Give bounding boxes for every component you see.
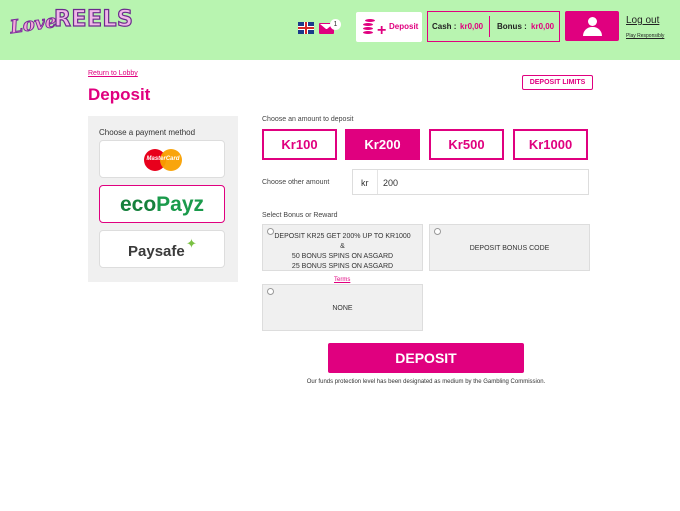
page-title: Deposit (88, 85, 151, 104)
logo-love-text: Love (8, 10, 58, 39)
bonus-option-deposit-code[interactable]: DEPOSIT BONUS CODE (429, 224, 590, 271)
other-amount-label: Choose other amount (262, 179, 330, 186)
return-to-lobby-link[interactable]: Return to Lobby (88, 70, 138, 77)
bonus-value: kr0,00 (531, 22, 555, 31)
user-icon (588, 17, 597, 26)
header-deposit-button[interactable]: + Deposit (356, 12, 422, 42)
header-deposit-label: Deposit (389, 22, 419, 31)
cash-value: kr0,00 (460, 22, 484, 31)
message-count-badge: 1 (330, 19, 341, 30)
bonus-option-text: NONE (332, 305, 353, 312)
balance-divider (489, 16, 490, 37)
uk-flag-icon[interactable] (298, 22, 314, 34)
amount-section-label: Choose an amount to deposit (262, 116, 354, 123)
bonus-radio[interactable] (267, 288, 274, 295)
bonus-option-text: DEPOSIT BONUS CODE (469, 245, 550, 252)
ecopayz-logo: ecoPayz (119, 193, 205, 216)
payment-method-title: Choose a payment method (99, 128, 196, 137)
balance-box: Cash : kr0,00 Bonus : kr0,00 (427, 11, 560, 42)
bonus-option-text: DEPOSIT KR25 GET 200% UP TO KR1000 & 50 … (274, 233, 411, 270)
currency-prefix: kr (361, 178, 369, 188)
paysafe-star-icon: ✦ (186, 236, 197, 251)
play-responsibly-link[interactable]: Play Responsibly (626, 33, 664, 39)
deposit-limits-button[interactable]: DEPOSIT LIMITS (522, 75, 593, 90)
bonus-label: Bonus : (497, 22, 527, 31)
amount-button-500[interactable]: Kr500 (429, 129, 504, 160)
amount-button-200[interactable]: Kr200 (345, 129, 420, 160)
payment-option-paysafe[interactable]: Paysafe ✦ (99, 230, 225, 268)
bonus-radio[interactable] (434, 228, 441, 235)
mastercard-logo: MasterCard (144, 149, 182, 171)
amount-button-1000[interactable]: Kr1000 (513, 129, 588, 160)
logo-reels-text: REELS (53, 6, 134, 32)
bonus-option-none[interactable]: NONE (262, 284, 423, 331)
logout-link[interactable]: Log out (626, 15, 659, 26)
payment-option-mastercard[interactable]: MasterCard (99, 140, 225, 178)
amount-button-100[interactable]: Kr100 (262, 129, 337, 160)
payment-method-panel: Choose a payment method MasterCard ecoPa… (88, 116, 238, 282)
bonus-option-deposit-offer[interactable]: DEPOSIT KR25 GET 200% UP TO KR1000 & 50 … (262, 224, 423, 271)
account-button[interactable] (565, 11, 619, 41)
coins-plus-icon: + (361, 16, 386, 39)
paysafe-logo: Paysafe (128, 243, 185, 260)
deposit-submit-button[interactable]: DEPOSIT (328, 343, 524, 373)
love-reels-logo[interactable]: Love REELS (8, 6, 134, 40)
payment-option-ecopayz[interactable]: ecoPayz (99, 185, 225, 223)
cash-label: Cash : (432, 22, 457, 31)
terms-link[interactable]: Terms (334, 277, 350, 283)
other-amount-value[interactable]: 200 (383, 178, 398, 188)
bonus-section-label: Select Bonus or Reward (262, 212, 338, 219)
top-header: Love REELS 1 + Deposit Cash : kr0,00 Bon… (0, 0, 680, 60)
deposit-page: Love REELS 1 + Deposit Cash : kr0,00 Bon… (0, 0, 680, 511)
funds-protection-note: Our funds protection level has been desi… (306, 379, 546, 385)
other-amount-input[interactable]: kr 200 (352, 169, 589, 195)
